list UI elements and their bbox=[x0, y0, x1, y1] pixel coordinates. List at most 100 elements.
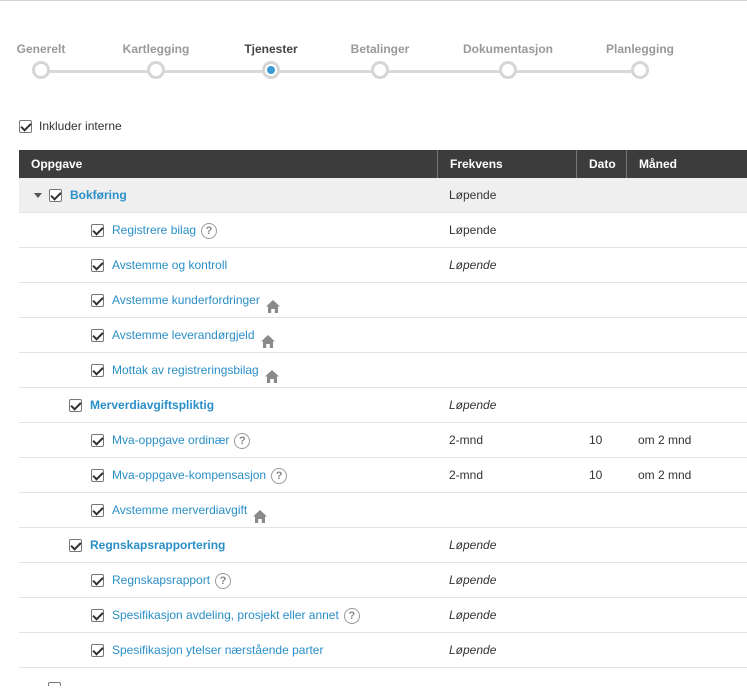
house-icon bbox=[264, 363, 280, 383]
task-cell: Spesifikasjon ytelser nærstående parter bbox=[19, 633, 323, 668]
task-checkbox[interactable] bbox=[91, 294, 104, 307]
task-checkbox[interactable] bbox=[91, 434, 104, 447]
caret-down-icon[interactable] bbox=[34, 193, 42, 198]
help-icon[interactable]: ? bbox=[271, 467, 288, 484]
task-cell: Mottak av registreringsbilag bbox=[19, 353, 280, 388]
table-row: Avstemme merverdiavgift bbox=[19, 493, 747, 528]
task-link[interactable]: Registrere bilag bbox=[112, 213, 196, 248]
table-row: Regnskapsrapport? Løpende bbox=[19, 563, 747, 598]
column-header-date[interactable]: Dato bbox=[576, 150, 626, 178]
step-dot-icon[interactable] bbox=[32, 61, 50, 79]
house-icon bbox=[265, 293, 281, 313]
task-link[interactable]: Merverdiavgiftspliktig bbox=[90, 388, 214, 423]
table-row: Bokføring Løpende bbox=[19, 178, 747, 213]
step-label: Planlegging bbox=[605, 42, 675, 56]
column-header-frequency[interactable]: Frekvens bbox=[437, 150, 576, 178]
step-dot-icon[interactable] bbox=[371, 61, 389, 79]
step-label: Kartlegging bbox=[122, 42, 190, 56]
task-link[interactable]: Mva-oppgave ordinær bbox=[112, 423, 229, 458]
frequency-cell: Løpende bbox=[449, 258, 497, 272]
task-cell: Avstemme kunderfordringer bbox=[19, 283, 281, 318]
table-body: Bokføring Løpende Registrere bilag? Løpende… bbox=[19, 178, 747, 668]
step-dot-icon[interactable] bbox=[631, 61, 649, 79]
task-checkbox[interactable] bbox=[91, 259, 104, 272]
frequency-cell: Løpende bbox=[449, 573, 497, 587]
task-link[interactable]: Avstemme kunderfordringer bbox=[112, 283, 260, 318]
task-cell: Avstemme leverandørgjeld bbox=[19, 318, 276, 353]
table-row: Mva-oppgave-kompensasjon? 2-mnd 10 om 2 mnd bbox=[19, 458, 747, 493]
date-cell: 10 bbox=[589, 468, 603, 482]
frequency-cell: 2-mnd bbox=[449, 433, 484, 447]
task-link[interactable]: Regnskapsrapportering bbox=[90, 528, 225, 563]
task-checkbox[interactable] bbox=[69, 539, 82, 552]
wizard-stepper: Generelt Kartlegging Tjenester Betalinger Do… bbox=[0, 0, 747, 90]
task-link[interactable]: Regnskapsrapport bbox=[112, 563, 210, 598]
table-row: Mva-oppgave ordinær? 2-mnd 10 om 2 mnd bbox=[19, 423, 747, 458]
date-cell: 10 bbox=[589, 433, 603, 447]
table-row: Spesifikasjon ytelser nærstående parter L… bbox=[19, 633, 747, 668]
task-cell: Regnskapsrapport? bbox=[19, 563, 232, 598]
checkbox-partial bbox=[48, 681, 61, 686]
next-row-checkbox-partial bbox=[48, 676, 61, 690]
task-checkbox[interactable] bbox=[91, 469, 104, 482]
step-label: Tjenester bbox=[244, 42, 298, 56]
task-cell: Spesifikasjon avdeling, prosjekt eller a… bbox=[19, 598, 360, 633]
task-cell: Avstemme og kontroll bbox=[19, 248, 227, 283]
task-checkbox[interactable] bbox=[49, 189, 62, 202]
table-row: Avstemme leverandørgjeld bbox=[19, 318, 747, 353]
task-link[interactable]: Bokføring bbox=[70, 178, 127, 213]
task-checkbox[interactable] bbox=[91, 504, 104, 517]
task-link[interactable]: Spesifikasjon ytelser nærstående parter bbox=[112, 633, 323, 668]
task-link[interactable]: Mva-oppgave-kompensasjon bbox=[112, 458, 266, 493]
frequency-cell: 2-mnd bbox=[449, 468, 484, 482]
step-dot-icon[interactable] bbox=[147, 61, 165, 79]
task-checkbox[interactable] bbox=[91, 574, 104, 587]
task-checkbox[interactable] bbox=[91, 329, 104, 342]
task-checkbox[interactable] bbox=[91, 364, 104, 377]
task-cell: Merverdiavgiftspliktig bbox=[19, 388, 214, 423]
help-icon[interactable]: ? bbox=[343, 607, 360, 624]
step-label: Generelt bbox=[16, 42, 66, 56]
table-row: Avstemme og kontroll Løpende bbox=[19, 248, 747, 283]
frequency-cell: Løpende bbox=[449, 608, 497, 622]
month-cell: om 2 mnd bbox=[638, 433, 692, 447]
house-icon bbox=[252, 503, 268, 523]
task-checkbox[interactable] bbox=[91, 609, 104, 622]
step-dot-icon[interactable] bbox=[499, 61, 517, 79]
table-row: Mottak av registreringsbilag bbox=[19, 353, 747, 388]
task-cell: Mva-oppgave ordinær? bbox=[19, 423, 251, 458]
include-internal-label: Inkluder interne bbox=[39, 119, 122, 133]
frequency-cell: Løpende bbox=[449, 643, 497, 657]
task-checkbox[interactable] bbox=[91, 644, 104, 657]
task-link[interactable]: Avstemme leverandørgjeld bbox=[112, 318, 255, 353]
task-cell: Regnskapsrapportering bbox=[19, 528, 225, 563]
help-icon[interactable]: ? bbox=[234, 432, 251, 449]
task-link[interactable]: Avstemme merverdiavgift bbox=[112, 493, 247, 528]
column-header-month[interactable]: Måned bbox=[626, 150, 747, 178]
include-internal-checkbox[interactable] bbox=[19, 119, 32, 133]
table-row: Avstemme kunderfordringer bbox=[19, 283, 747, 318]
task-link[interactable]: Spesifikasjon avdeling, prosjekt eller a… bbox=[112, 598, 339, 633]
task-link[interactable]: Avstemme og kontroll bbox=[112, 248, 227, 283]
task-cell: Registrere bilag? bbox=[19, 213, 218, 248]
table-header: Oppgave Frekvens Dato Måned bbox=[19, 150, 747, 178]
task-checkbox[interactable] bbox=[91, 224, 104, 237]
frequency-cell: Løpende bbox=[449, 398, 497, 412]
include-internal-toggle[interactable]: Inkluder interne bbox=[19, 119, 122, 133]
step-dot-icon[interactable] bbox=[262, 61, 280, 79]
table-row: Merverdiavgiftspliktig Løpende bbox=[19, 388, 747, 423]
house-icon bbox=[260, 328, 276, 348]
task-link[interactable]: Mottak av registreringsbilag bbox=[112, 353, 259, 388]
help-icon[interactable]: ? bbox=[215, 572, 232, 589]
task-checkbox[interactable] bbox=[69, 399, 82, 412]
task-cell: Mva-oppgave-kompensasjon? bbox=[19, 458, 288, 493]
frequency-cell: Løpende bbox=[449, 188, 497, 202]
month-cell: om 2 mnd bbox=[638, 468, 692, 482]
frequency-cell: Løpende bbox=[449, 538, 497, 552]
table-row: Spesifikasjon avdeling, prosjekt eller a… bbox=[19, 598, 747, 633]
help-icon[interactable]: ? bbox=[201, 222, 218, 239]
table-row: Registrere bilag? Løpende bbox=[19, 213, 747, 248]
stepper-track bbox=[41, 70, 640, 73]
task-cell: Bokføring bbox=[19, 178, 127, 213]
column-header-task[interactable]: Oppgave bbox=[19, 150, 437, 178]
